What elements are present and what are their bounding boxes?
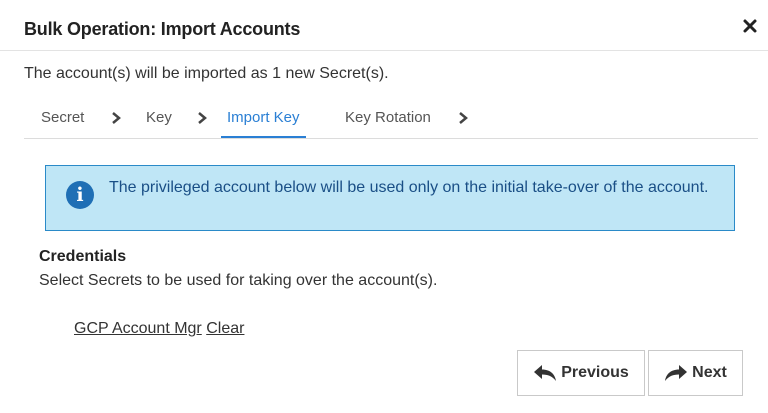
- reply-arrow-icon: [534, 365, 557, 381]
- chevron-right-icon: [459, 112, 468, 124]
- import-accounts-dialog: Bulk Operation: Import Accounts The acco…: [0, 0, 768, 413]
- info-icon: i: [66, 181, 94, 209]
- clear-link[interactable]: Clear: [206, 320, 244, 337]
- tab-key[interactable]: Key: [146, 100, 172, 136]
- previous-button[interactable]: Previous: [517, 350, 645, 396]
- dialog-title: Bulk Operation: Import Accounts: [24, 19, 301, 39]
- close-button[interactable]: [740, 16, 760, 36]
- chevron-right-icon: [198, 112, 207, 124]
- credentials-selection: GCP Account Mgr Clear: [74, 320, 244, 338]
- close-icon: [743, 19, 757, 33]
- tab-import-key[interactable]: Import Key: [221, 100, 306, 138]
- secret-link[interactable]: GCP Account Mgr: [74, 320, 202, 337]
- tab-key-rotation[interactable]: Key Rotation: [345, 100, 431, 136]
- wizard-steps: Secret Key Import Key Key Rotation: [24, 100, 758, 139]
- import-summary: The account(s) will be imported as 1 new…: [24, 65, 389, 82]
- chevron-right-icon: [112, 112, 121, 124]
- next-button[interactable]: Next: [648, 350, 743, 396]
- previous-label: Previous: [561, 364, 629, 381]
- forward-arrow-icon: [665, 365, 688, 381]
- next-label: Next: [692, 364, 727, 381]
- header-divider: [0, 50, 768, 51]
- tab-secret[interactable]: Secret: [41, 100, 84, 136]
- credentials-description: Select Secrets to be used for taking ove…: [39, 272, 438, 289]
- info-message: The privileged account below will be use…: [109, 179, 709, 196]
- info-alert: i The privileged account below will be u…: [45, 165, 735, 231]
- credentials-heading: Credentials: [39, 248, 127, 265]
